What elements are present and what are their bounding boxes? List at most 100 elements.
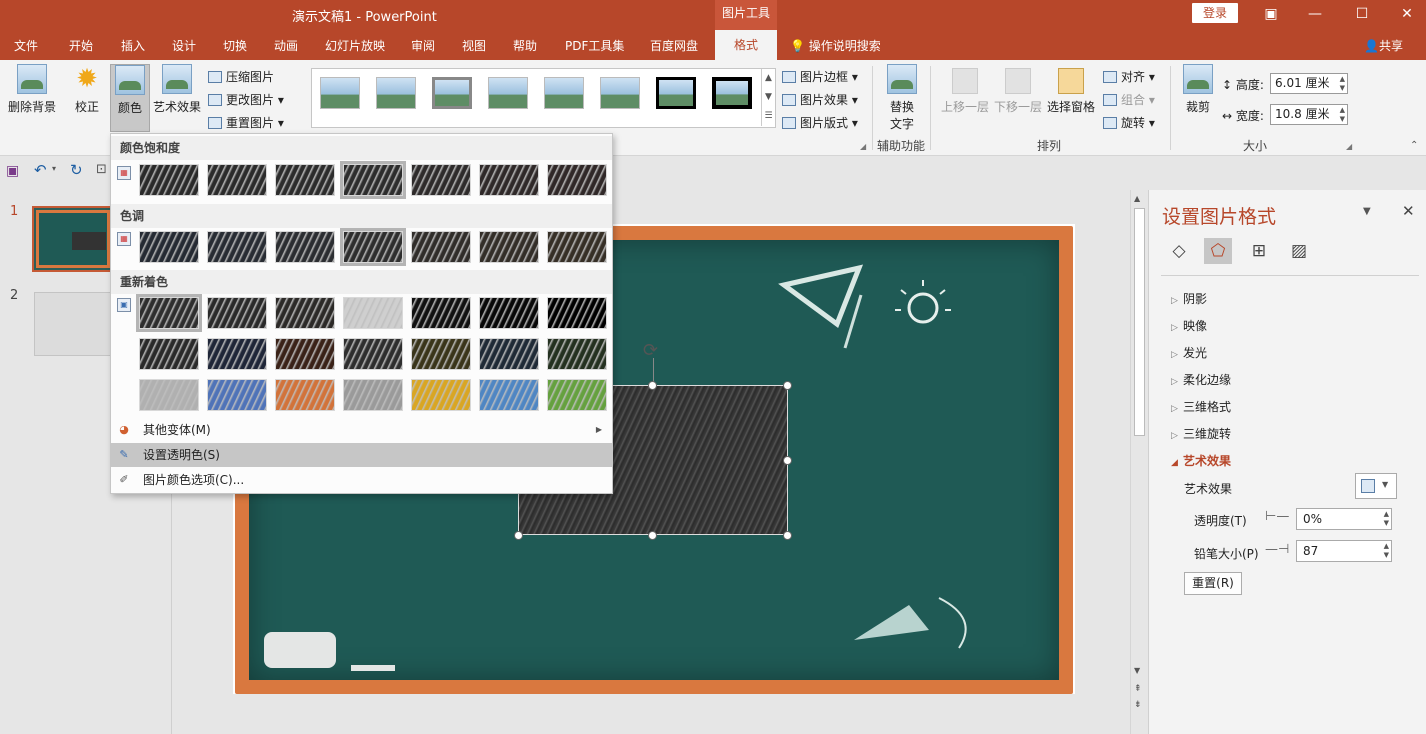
transparency-spinner-icon[interactable]: ▲ ▼	[1384, 510, 1389, 528]
tone-swatch[interactable]	[479, 231, 539, 263]
group-button[interactable]: 组合 ▾	[1103, 91, 1155, 108]
minimize-button[interactable]: —	[1300, 3, 1330, 25]
selection-pane-button[interactable]: 选择窗格	[1046, 64, 1096, 115]
share-button[interactable]: 👤共享	[1364, 37, 1403, 54]
recolor-swatch[interactable]	[547, 297, 607, 329]
fill-line-icon[interactable]: ◇	[1165, 238, 1193, 264]
saturation-swatch[interactable]	[207, 164, 267, 196]
picture-color-options-item[interactable]: ✐ 图片颜色选项(C)...	[111, 468, 612, 492]
corrections-button[interactable]: ✹ 校正	[67, 64, 107, 115]
change-picture-button[interactable]: 更改图片 ▾	[208, 91, 284, 108]
saturation-swatch[interactable]	[479, 164, 539, 196]
redo-icon[interactable]: ↻	[70, 161, 83, 179]
tab-pdf[interactable]: PDF工具集	[565, 37, 624, 54]
saturation-swatch[interactable]	[275, 164, 335, 196]
resize-handle-s[interactable]	[648, 531, 657, 540]
styles-launcher-icon[interactable]: ◢	[860, 142, 866, 151]
size-properties-icon[interactable]: ⊞	[1245, 238, 1273, 264]
resize-handle-ne[interactable]	[783, 381, 792, 390]
picture-style-7[interactable]	[656, 77, 696, 109]
saturation-swatch[interactable]	[411, 164, 471, 196]
picture-style-2[interactable]	[376, 77, 416, 109]
rotate-handle-icon[interactable]: ⟳	[643, 340, 658, 361]
recolor-swatch[interactable]	[275, 379, 335, 411]
recolor-swatch[interactable]	[139, 338, 199, 370]
previous-slide-icon[interactable]: ⇞	[1134, 684, 1142, 694]
vertical-scrollbar[interactable]: ▲ ▼ ⇞ ⇟	[1130, 190, 1147, 734]
tab-design[interactable]: 设计	[172, 37, 196, 54]
tell-me-search[interactable]: 💡 操作说明搜索	[790, 37, 881, 54]
tone-swatch[interactable]	[139, 231, 199, 263]
tab-home[interactable]: 开始	[69, 37, 93, 54]
picture-style-5[interactable]	[544, 77, 584, 109]
effects-pentagon-icon[interactable]: ⬠	[1204, 238, 1232, 264]
section-artistic-effects[interactable]: ◢ 艺术效果	[1171, 452, 1231, 469]
tab-slideshow[interactable]: 幻灯片放映	[325, 37, 385, 54]
tone-swatch[interactable]	[411, 231, 471, 263]
tone-swatch[interactable]	[207, 231, 267, 263]
recolor-swatch[interactable]	[343, 379, 403, 411]
login-button[interactable]: 登录	[1192, 3, 1238, 23]
recolor-swatch[interactable]	[275, 338, 335, 370]
pane-options-icon[interactable]: ▼	[1363, 206, 1371, 217]
picture-layout-button[interactable]: 图片版式 ▾	[782, 114, 858, 131]
pencil-size-slider-icon[interactable]: —⊣	[1265, 542, 1289, 557]
width-spinner-icon[interactable]: ▲ ▼	[1340, 106, 1345, 124]
ribbon-display-icon[interactable]: ▣	[1256, 3, 1286, 25]
picture-border-button[interactable]: 图片边框 ▾	[782, 68, 858, 85]
section-shadow[interactable]: ▷ 阴影	[1171, 290, 1207, 307]
more-variations-item[interactable]: ◕ 其他变体(M) ▶	[111, 418, 612, 442]
save-icon[interactable]: ▣	[6, 163, 19, 179]
next-slide-icon[interactable]: ⇟	[1134, 700, 1142, 710]
compress-pictures-button[interactable]: 压缩图片	[208, 68, 274, 85]
tab-view[interactable]: 视图	[462, 37, 486, 54]
saturation-swatch[interactable]	[547, 164, 607, 196]
color-button[interactable]: 颜色	[110, 64, 150, 132]
gallery-up-icon[interactable]: ▲	[761, 69, 775, 88]
tab-review[interactable]: 审阅	[411, 37, 435, 54]
recolor-swatch[interactable]	[547, 379, 607, 411]
scroll-thumb[interactable]	[1134, 208, 1145, 436]
picture-style-6[interactable]	[600, 77, 640, 109]
recolor-swatch[interactable]	[547, 338, 607, 370]
recolor-swatch[interactable]	[479, 297, 539, 329]
tab-format[interactable]: 格式	[715, 30, 777, 60]
remove-background-button[interactable]: 删除背景	[6, 64, 58, 115]
recolor-swatch[interactable]	[411, 297, 471, 329]
pencil-size-input[interactable]: 87 ▲ ▼	[1296, 540, 1392, 562]
align-button[interactable]: 对齐 ▾	[1103, 68, 1155, 85]
undo-icon[interactable]: ↶	[34, 161, 47, 179]
transparency-input[interactable]: 0% ▲ ▼	[1296, 508, 1392, 530]
recolor-swatch[interactable]	[136, 294, 202, 332]
resize-handle-se[interactable]	[783, 531, 792, 540]
recolor-swatch[interactable]	[343, 297, 403, 329]
tab-animations[interactable]: 动画	[274, 37, 298, 54]
tab-file[interactable]: 文件	[14, 37, 38, 54]
picture-styles-gallery[interactable]: ▲ ▼ ☰	[311, 68, 776, 128]
recolor-swatch[interactable]	[479, 379, 539, 411]
set-transparent-color-item[interactable]: ✎ 设置透明色(S)	[111, 443, 612, 467]
start-slideshow-icon[interactable]: ⊡	[96, 162, 107, 177]
section-reflection[interactable]: ▷ 映像	[1171, 317, 1207, 334]
resize-handle-n[interactable]	[648, 381, 657, 390]
picture-style-1[interactable]	[320, 77, 360, 109]
section-3d-rotation[interactable]: ▷ 三维旋转	[1171, 425, 1231, 442]
resize-handle-sw[interactable]	[514, 531, 523, 540]
gallery-more-icon[interactable]: ☰	[761, 107, 775, 126]
tab-transitions[interactable]: 切换	[223, 37, 247, 54]
tone-swatch[interactable]	[275, 231, 335, 263]
gallery-down-icon[interactable]: ▼	[761, 88, 775, 107]
close-button[interactable]: ✕	[1392, 3, 1422, 25]
height-spinner-icon[interactable]: ▲ ▼	[1340, 75, 1345, 93]
scroll-down-icon[interactable]: ▼	[1134, 666, 1140, 675]
recolor-swatch[interactable]	[411, 379, 471, 411]
undo-dropdown-icon[interactable]: ▾	[52, 164, 56, 173]
pane-close-icon[interactable]: ✕	[1402, 202, 1415, 220]
slide-thumbnail-2[interactable]	[34, 292, 114, 356]
recolor-swatch[interactable]	[207, 297, 267, 329]
recolor-swatch[interactable]	[343, 338, 403, 370]
transparency-slider-icon[interactable]: ⊢—	[1265, 509, 1289, 524]
bring-forward-button[interactable]: 上移一层	[940, 64, 990, 115]
section-3d-format[interactable]: ▷ 三维格式	[1171, 398, 1231, 415]
recolor-swatch[interactable]	[479, 338, 539, 370]
